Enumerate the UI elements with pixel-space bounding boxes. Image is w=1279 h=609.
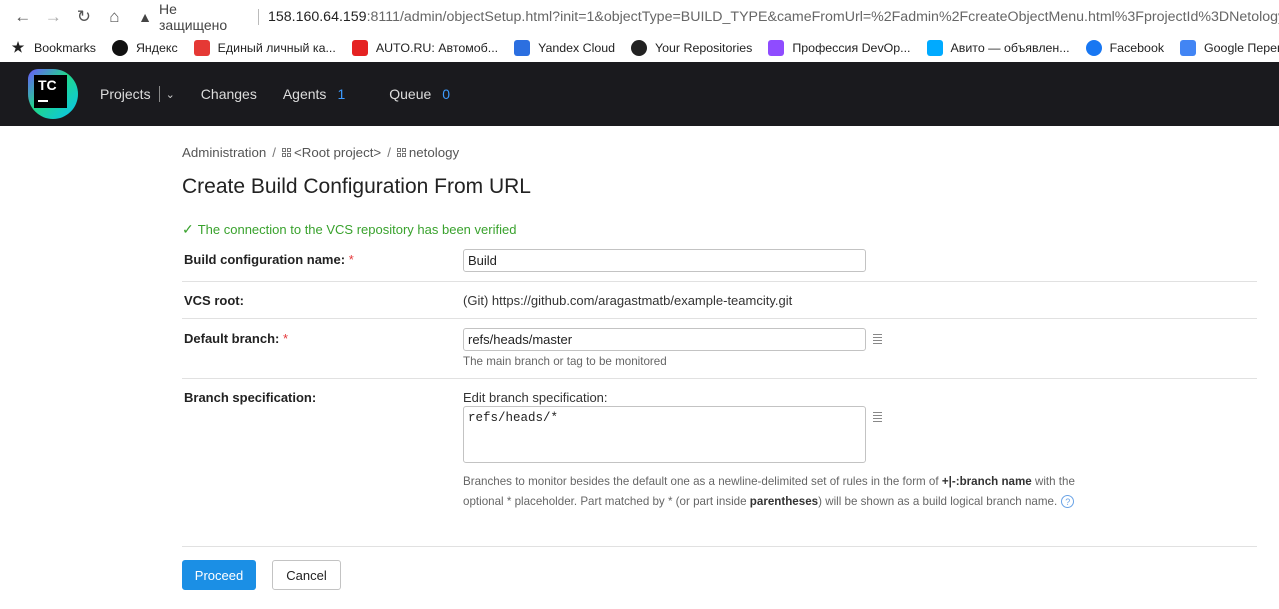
teamcity-logo[interactable]: TC xyxy=(28,69,78,119)
bookmark-item[interactable]: Your Repositories xyxy=(631,39,753,56)
branch-spec-textarea[interactable]: refs/heads/* xyxy=(463,406,866,463)
star-icon: ★ xyxy=(11,39,25,55)
facebook-icon xyxy=(1085,39,1102,56)
avito-icon xyxy=(926,39,943,56)
browser-address-bar: ← → ↻ ⌂ ▲ Не защищено 158.160.64.159:811… xyxy=(0,0,1279,33)
gosuslugi-icon xyxy=(193,39,210,56)
bookmark-item[interactable]: Единый личный ка... xyxy=(193,39,336,56)
warning-icon: ▲ xyxy=(138,8,152,25)
success-notice: ✓ The connection to the VCS repository h… xyxy=(182,219,1257,239)
bookmark-label: Facebook xyxy=(1109,40,1165,55)
cancel-button[interactable]: Cancel xyxy=(272,560,341,590)
google-translate-icon xyxy=(1180,39,1197,56)
security-text: Не защищено xyxy=(158,0,228,33)
nav-agents[interactable]: Agents 1 xyxy=(283,86,345,102)
yandex-cloud-icon xyxy=(514,39,531,56)
project-icon xyxy=(396,147,406,157)
nav-changes-label: Changes xyxy=(200,86,257,102)
row-build-name: Build configuration name: * xyxy=(182,249,1257,282)
bookmark-item[interactable]: Профессия DevOp... xyxy=(768,39,911,56)
url-path: :8111/admin/objectSetup.html?init=1&obje… xyxy=(366,8,1279,25)
nav-projects-divider xyxy=(158,86,160,102)
build-config-form: Build configuration name: * VCS root: (G… xyxy=(182,249,1257,590)
bookmark-item[interactable]: Google Переводчик xyxy=(1180,39,1279,56)
bookmark-item[interactable]: Yandex Cloud xyxy=(514,39,616,56)
bookmark-label: Авито — объявлен... xyxy=(950,40,1070,55)
breadcrumb-netology[interactable]: netology xyxy=(409,145,459,160)
list-icon[interactable] xyxy=(873,334,882,346)
checkmark-icon: ✓ xyxy=(182,220,194,237)
bookmark-label: AUTO.RU: Автомоб... xyxy=(375,40,499,55)
vcs-root-value: (Git) https://github.com/aragastmatb/exa… xyxy=(463,292,793,308)
bookmark-label: Your Repositories xyxy=(655,40,753,55)
bookmark-label: Google Переводчик xyxy=(1204,40,1279,55)
row-branch-spec: Branch specification: Edit branch specif… xyxy=(182,379,1257,546)
list-icon[interactable] xyxy=(873,412,882,424)
bookmarks-bar: ★ Bookmarks Яндекс Единый личный ка... AUTO.… xyxy=(0,33,1279,62)
queue-count-badge: 0 xyxy=(442,86,451,102)
home-icon[interactable]: ⌂ xyxy=(102,4,128,30)
bookmark-label: Профессия DevOp... xyxy=(792,40,911,55)
bookmark-item[interactable]: Яндекс xyxy=(111,39,178,56)
bookmark-item[interactable]: Facebook xyxy=(1085,39,1165,56)
branch-spec-label: Branch specification: xyxy=(184,390,317,405)
github-icon xyxy=(631,39,648,56)
url-field[interactable]: 158.160.64.159:8111/admin/objectSetup.ht… xyxy=(268,9,1279,25)
breadcrumb-separator: / xyxy=(387,144,391,160)
build-name-cell xyxy=(463,249,1257,281)
bookmark-label: Yandex Cloud xyxy=(538,40,616,55)
row-default-branch: Default branch: * The main branch or tag… xyxy=(182,319,1257,379)
help-icon[interactable]: ? xyxy=(1061,495,1075,509)
autoru-icon xyxy=(351,39,368,56)
bookmark-label: Единый личный ка... xyxy=(217,40,336,55)
logo-text: TC xyxy=(38,77,57,93)
bookmark-label: Bookmarks xyxy=(34,40,96,55)
nav-projects-label: Projects xyxy=(100,86,151,102)
proceed-button[interactable]: Proceed xyxy=(182,560,256,590)
branch-spec-edit-label: Edit branch specification: xyxy=(463,390,608,405)
netology-icon xyxy=(768,39,785,56)
bookmark-label: Яндекс xyxy=(135,40,178,55)
forward-icon[interactable]: → xyxy=(41,4,67,30)
agents-count-badge: 1 xyxy=(337,86,346,102)
branch-spec-cell: Edit branch specification: refs/heads/* … xyxy=(463,390,1257,546)
breadcrumb-separator: / xyxy=(272,144,276,160)
default-branch-label: Default branch: * xyxy=(184,331,289,346)
page-title: Create Build Configuration From URL xyxy=(182,175,531,198)
yandex-icon xyxy=(111,39,128,56)
back-icon[interactable]: ← xyxy=(10,4,36,30)
default-branch-cell: The main branch or tag to be monitored xyxy=(463,328,1257,378)
build-name-label: Build configuration name: * xyxy=(184,252,354,267)
build-name-input[interactable] xyxy=(463,249,866,272)
breadcrumb-root-project[interactable]: <Root project> xyxy=(294,145,381,160)
main-nav: Projects ⌄ Changes Agents 1 Queue 0 xyxy=(100,86,476,102)
chevron-down-icon[interactable]: ⌄ xyxy=(166,88,175,101)
project-icon xyxy=(281,147,291,157)
breadcrumb: Administration / <Root project> / netolo… xyxy=(182,139,1257,165)
default-branch-hint: The main branch or tag to be monitored xyxy=(463,355,667,368)
app-header: TC Projects ⌄ Changes Agents 1 Queue 0 xyxy=(0,62,1279,126)
branch-spec-description: Branches to monitor besides the default … xyxy=(463,475,1075,509)
nav-queue-label: Queue xyxy=(389,86,432,102)
main-content: Administration / <Root project> / netolo… xyxy=(182,139,1257,590)
bookmark-item[interactable]: ★ Bookmarks xyxy=(10,39,96,56)
vcs-root-label: VCS root: xyxy=(184,292,244,308)
success-notice-text: The connection to the VCS repository has… xyxy=(197,221,517,237)
breadcrumb-administration[interactable]: Administration xyxy=(182,145,266,160)
row-vcs-root: VCS root: (Git) https://github.com/araga… xyxy=(182,282,1257,319)
url-host: 158.160.64.159 xyxy=(267,8,367,25)
bookmark-item[interactable]: Авито — объявлен... xyxy=(926,39,1070,56)
form-actions: Proceed Cancel xyxy=(182,546,1257,590)
nav-projects[interactable]: Projects ⌄ xyxy=(100,86,175,102)
bookmark-item[interactable]: AUTO.RU: Автомоб... xyxy=(351,39,499,56)
nav-queue[interactable]: Queue 0 xyxy=(389,86,450,102)
security-indicator[interactable]: ▲ Не защищено xyxy=(138,1,247,33)
nav-agents-label: Agents xyxy=(282,86,327,102)
default-branch-input[interactable] xyxy=(463,328,866,351)
address-divider xyxy=(257,8,259,25)
nav-changes[interactable]: Changes xyxy=(201,86,257,102)
reload-icon[interactable]: ↻ xyxy=(71,4,97,30)
